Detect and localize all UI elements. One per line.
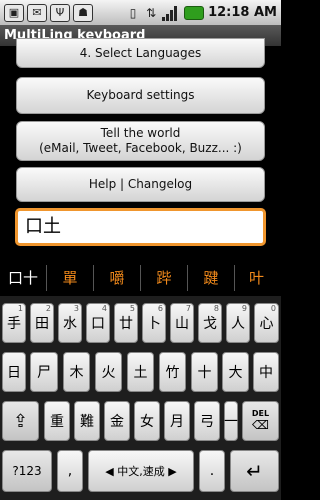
key-tu[interactable]: 土 [127,352,154,392]
backspace-icon: ⌫ [252,418,269,432]
key-huo[interactable]: 火 [95,352,122,392]
key-5[interactable]: 廿5 [114,303,138,343]
key-label: 口 [91,316,105,332]
key-0[interactable]: 心0 [254,303,279,343]
candidate-item[interactable]: 口十 [0,267,46,288]
keyboard-settings-button[interactable]: Keyboard settings [16,77,265,114]
candidate-item[interactable]: 跸 [141,267,187,288]
period-key[interactable]: . [199,450,225,492]
select-languages-label: 4. Select Languages [79,45,202,60]
key-mu[interactable]: 木 [63,352,90,392]
help-changelog-label: Help | Changelog [88,177,193,191]
android-debug-icon: ☗ [73,3,93,22]
key-zhong-heavy[interactable]: 重 [44,401,70,441]
clock: 12:18 AM [208,5,277,20]
key-label: 戈 [203,316,217,332]
key-da[interactable]: 大 [222,352,249,392]
key-nan[interactable]: 難 [74,401,100,441]
delete-label: DEL [251,409,270,418]
symbols-key[interactable]: ?123 [2,450,52,492]
key-label: 山 [175,316,189,332]
key-label: 廿 [119,316,133,332]
key-ri[interactable]: 日 [2,352,26,392]
key-zhu[interactable]: 竹 [159,352,186,392]
status-bar: ▣ ✉ Ψ ☗ ▯ ⇅ 12:18 AM [0,0,281,25]
candidate-item[interactable]: 嚼 [94,267,140,288]
enter-icon: ↵ [246,459,263,483]
key-hint: 4 [101,304,107,313]
candidate-item[interactable]: 叶 [235,267,278,288]
key-label: 心 [259,316,274,332]
key-hint: 2 [45,304,51,313]
candidate-bar: 口十 單 嚼 跸 踺 叶 [0,259,281,296]
soft-keyboard: 手1 田2 水3 口4 廿5 卜6 山7 戈8 人9 心0 日 尸 木 火 土 … [0,296,281,500]
space-left-icon: ◀ [105,464,118,478]
tell-the-world-button[interactable]: Tell the world (eMail, Tweet, Facebook, … [16,121,265,161]
key-label: 水 [63,316,77,332]
space-right-icon: ▶ [164,464,177,478]
comma-key[interactable]: , [57,450,83,492]
shift-key[interactable]: ⇪ [2,401,39,441]
gallery-icon: ▣ [4,3,24,22]
key-7[interactable]: 山7 [170,303,194,343]
keyboard-settings-label: Keyboard settings [86,88,195,102]
key-hint: 0 [270,304,276,313]
key-8[interactable]: 戈8 [198,303,222,343]
key-yue[interactable]: 月 [164,401,190,441]
key-hint: 1 [17,304,23,313]
key-3[interactable]: 水3 [58,303,82,343]
signal-icon [162,5,180,21]
key-4[interactable]: 口4 [86,303,110,343]
data-icon: ⇅ [146,5,157,20]
key-yi[interactable]: 一 [224,401,238,441]
key-jin[interactable]: 金 [104,401,130,441]
space-key[interactable]: ◀ 中文,速成 ▶ [88,450,194,492]
select-languages-button[interactable]: 4. Select Languages [16,38,265,68]
key-hint: 7 [185,304,191,313]
key-hint: 5 [129,304,135,313]
tell-the-world-sublabel: (eMail, Tweet, Facebook, Buzz... :) [39,141,242,155]
key-gong[interactable]: 弓 [194,401,220,441]
key-label: 卜 [147,316,161,332]
voicemail-icon: ✉ [27,3,47,22]
text-input[interactable]: 口土 [15,208,266,246]
shift-icon: ⇪ [12,410,29,432]
key-1[interactable]: 手1 [2,303,26,343]
usb-icon: Ψ [50,3,70,22]
help-changelog-button[interactable]: Help | Changelog [16,167,265,202]
key-hint: 9 [241,304,247,313]
key-label: 人 [231,316,245,332]
key-zhong[interactable]: 中 [253,352,279,392]
key-9[interactable]: 人9 [226,303,250,343]
space-label: 中文,速成 [117,465,165,478]
key-hint: 6 [157,304,163,313]
key-6[interactable]: 卜6 [142,303,166,343]
candidate-item[interactable]: 踺 [188,267,234,288]
battery-icon [184,5,205,20]
tell-the-world-label: Tell the world [100,126,181,140]
key-hint: 8 [213,304,219,313]
vibrate-icon: ▯ [129,5,137,20]
key-label: 手 [7,316,21,332]
enter-key[interactable]: ↵ [230,450,279,492]
key-shi[interactable]: 尸 [30,352,58,392]
key-shi-ten[interactable]: 十 [191,352,218,392]
key-label: 田 [35,316,49,332]
key-nv[interactable]: 女 [134,401,160,441]
candidate-item[interactable]: 單 [47,267,93,288]
delete-key[interactable]: DEL ⌫ [242,401,279,441]
key-hint: 3 [73,304,79,313]
key-2[interactable]: 田2 [30,303,54,343]
